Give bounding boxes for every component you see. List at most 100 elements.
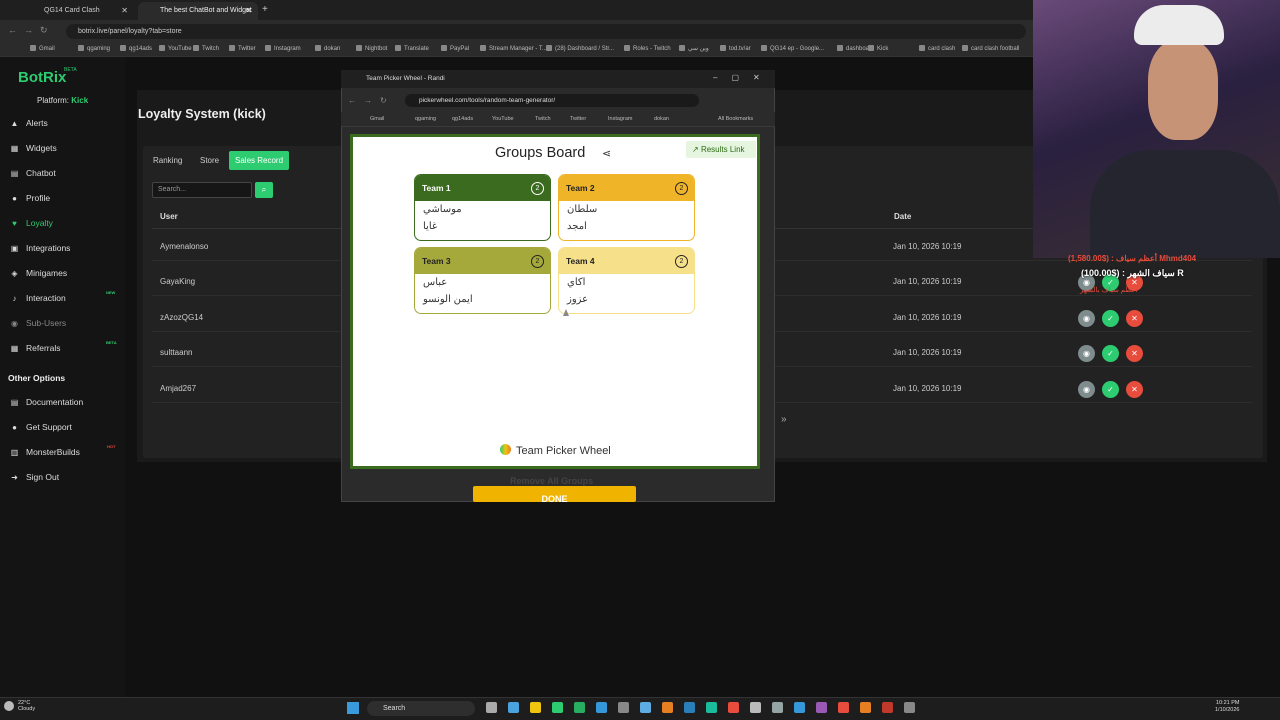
popup-bookmark-item[interactable]: Twitch [535,116,551,122]
view-icon[interactable]: ◉ [1078,380,1095,398]
taskbar-app-icon[interactable] [772,702,783,713]
windows-start-icon[interactable] [347,702,359,714]
bookmark-item[interactable]: Stream Manager - T... [480,45,547,52]
taskbar-app-icon[interactable] [794,702,805,713]
sidebar-item-interaction[interactable]: ♪ Interaction [10,293,66,303]
taskbar-app-icon[interactable] [662,702,673,713]
weather-widget[interactable]: 22°C Cloudy [18,700,35,712]
popup-bookmark-item[interactable]: Gmail [370,116,384,122]
pager-next-button[interactable]: » [781,414,787,425]
bookmark-item[interactable]: dokan [315,45,340,52]
bookmark-item[interactable]: YouTube [159,45,192,52]
sidebar-item-get-support[interactable]: ● Get Support [10,422,72,432]
popup-bookmark-item[interactable]: Twitter [570,116,586,122]
results-link-button[interactable]: ↗ Results Link [686,141,756,158]
bookmark-item[interactable]: qgaming [78,45,110,52]
taskbar-app-icon[interactable] [860,702,871,713]
taskbar-app-icon[interactable] [530,702,541,713]
sidebar-item-chatbot[interactable]: ▤ Chatbot [10,168,56,178]
tab-sales-record[interactable]: Sales Record [229,151,290,170]
bookmark-item[interactable]: qg14ads [120,45,152,52]
bookmark-item[interactable]: card clash football [962,45,1019,52]
bookmark-item[interactable]: PayPal [441,45,469,52]
bookmark-label: (28) Dashboard / Str... [555,46,615,52]
sidebar-item-widgets[interactable]: ▦ Widgets [10,143,57,153]
taskbar-app-icon[interactable] [508,702,519,713]
popup-bookmark-item[interactable]: Instagram [608,116,632,122]
popup-url-field[interactable]: pickerwheel.com/tools/random-team-genera… [405,94,699,107]
popup-nav-icon[interactable]: ←→↻ [348,96,395,105]
browser-tab-active[interactable]: The best ChatBot and Widget ✕ [138,2,258,20]
window-controls-icon[interactable]: –▢✕ [713,73,774,82]
search-icon[interactable]: ⌕ [255,182,273,198]
sidebar-item-documentation[interactable]: ▤ Documentation [10,397,83,407]
popup-bookmark-item[interactable]: qg14ads [452,116,473,122]
done-button[interactable]: DONE [473,486,636,502]
sidebar-item-integrations[interactable]: ▣ Integrations [10,243,71,253]
sidebar-item-monsterbuilds[interactable]: ▥ MonsterBuilds [10,447,80,457]
sidebar-item-profile[interactable]: ● Profile [10,193,50,203]
browser-tab[interactable]: QG14 Card Clash ✕ [22,2,134,20]
bookmark-item[interactable]: Roles - Twitch [624,45,671,52]
bookmark-item[interactable]: Instagram [265,45,301,52]
taskbar-app-icon[interactable] [904,702,915,713]
bookmark-item[interactable]: (28) Dashboard / Str... [546,45,614,52]
popup-bookmark-item[interactable]: YouTube [492,116,514,122]
share-icon[interactable]: ⋖ [602,147,611,160]
search-input[interactable]: Search... [152,182,252,198]
new-tab-icon[interactable]: + [262,4,268,15]
taskbar-search[interactable]: Search [367,701,475,716]
sidebar-item-minigames[interactable]: ◈ Minigames [10,268,67,278]
bookmark-item[interactable]: Twitter [229,45,256,52]
bookmark-item[interactable]: tod.tv/ar [720,45,751,52]
bookmark-item[interactable]: card clash [919,45,955,52]
close-tab-icon[interactable]: ✕ [121,2,128,20]
taskbar-app-icon[interactable] [486,702,497,713]
tab-ranking[interactable]: Ranking [147,151,188,170]
sidebar-item-alerts[interactable]: ▲ Alerts [10,118,48,128]
tab-store[interactable]: Store [194,151,225,170]
sidebar-item-referrals[interactable]: ▦ Referrals [10,343,61,353]
popup-tab-title[interactable]: Team Picker Wheel - Randi [366,75,445,82]
taskbar-app-icon[interactable] [684,702,695,713]
bookmark-item[interactable]: Gmail [30,45,55,52]
approve-icon[interactable]: ✓ [1102,309,1119,327]
taskbar-app-icon[interactable] [838,702,849,713]
url-field[interactable]: botrix.live/panel/loyalty?tab=store [66,24,1026,39]
nav-arrows-icon[interactable]: ←→↻ [8,25,55,36]
view-icon[interactable]: ◉ [1078,309,1095,327]
taskbar-app-icon[interactable] [552,702,563,713]
all-bookmarks-link[interactable]: All Bookmarks [718,116,753,122]
bookmark-item[interactable]: Kick [868,45,888,52]
taskbar-app-icon[interactable] [882,702,893,713]
bookmark-item[interactable]: Twitch [193,45,219,52]
bookmark-item[interactable]: Translate [395,45,429,52]
bookmark-favicon-icon [193,45,199,51]
popup-bookmark-item[interactable]: dokan [654,116,669,122]
sidebar-item-loyalty[interactable]: ♥ Loyalty [10,218,53,228]
taskbar-app-icon[interactable] [816,702,827,713]
system-clock[interactable]: 10:21 PM 1/10/2026 [1215,700,1239,714]
taskbar-app-icon[interactable] [574,702,585,713]
remove-all-groups-button[interactable]: Remove All Groups [510,476,593,486]
close-tab-icon[interactable]: ✕ [245,2,252,20]
taskbar-app-icon[interactable] [596,702,607,713]
taskbar-app-icon[interactable] [728,702,739,713]
bookmark-item[interactable]: QG14 ep - Google... [761,45,824,52]
bookmark-label: Kick [877,46,889,52]
reject-icon[interactable]: ✕ [1126,380,1143,398]
bookmark-item[interactable]: Nightbot [356,45,387,52]
sidebar-item-sign-out[interactable]: ➜ Sign Out [10,472,59,482]
taskbar-app-icon[interactable] [750,702,761,713]
taskbar-app-icon[interactable] [618,702,629,713]
bookmark-label: card clash football [971,46,1020,52]
bookmark-item[interactable]: وين سي [679,45,709,52]
reject-icon[interactable]: ✕ [1126,309,1143,327]
puzzle-icon: ▣ [10,244,19,253]
taskbar-app-icon[interactable] [640,702,651,713]
popup-bookmark-item[interactable]: qgaming [415,116,436,122]
sidebar-item-sub-users[interactable]: ◉ Sub-Users [10,318,66,328]
approve-icon[interactable]: ✓ [1102,380,1119,398]
taskbar-app-icon[interactable] [706,702,717,713]
bookmark-favicon-icon [441,45,447,51]
